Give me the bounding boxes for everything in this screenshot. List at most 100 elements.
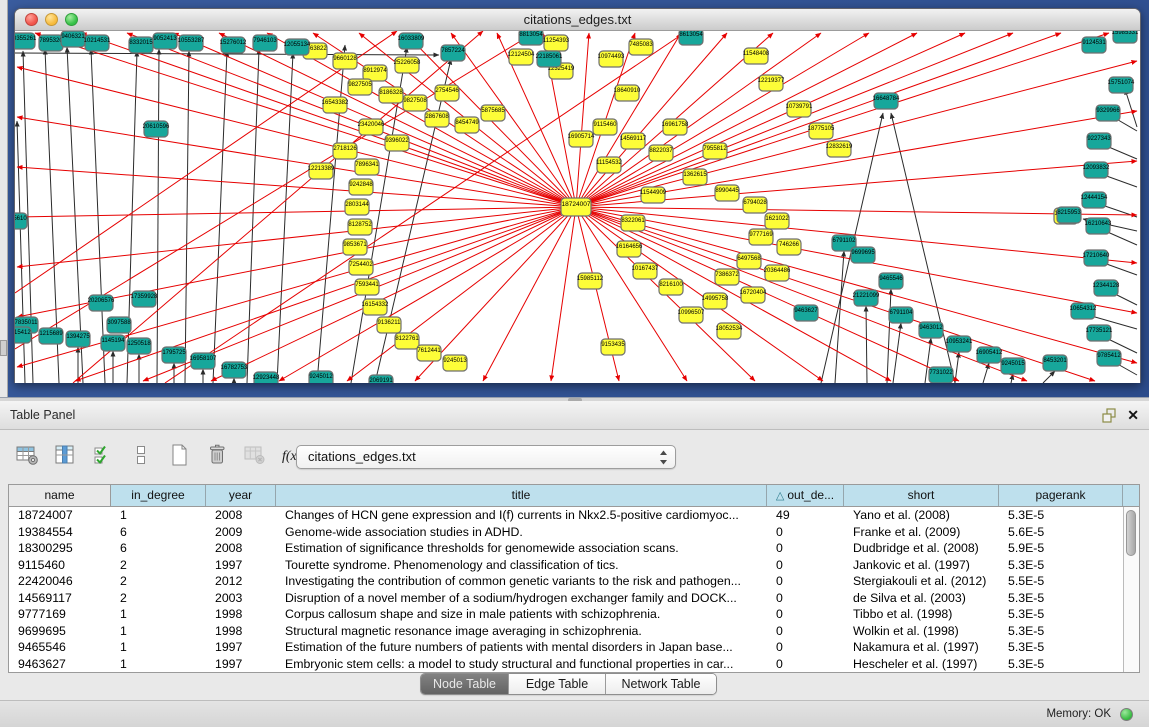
graph-node-label: 9827505 bbox=[348, 82, 372, 88]
table-selector-dropdown[interactable]: citations_edges.txt bbox=[296, 445, 676, 469]
float-panel-icon[interactable] bbox=[1101, 407, 1118, 424]
table-row[interactable]: 977716911998Corpus callosum shape and si… bbox=[9, 606, 1139, 623]
graph-node-label: 2718126 bbox=[333, 146, 357, 152]
new-file-icon[interactable] bbox=[166, 442, 192, 468]
table-cell: Estimation of the future numbers of pati… bbox=[276, 639, 767, 656]
graph-node-label: 12093832 bbox=[1083, 165, 1110, 171]
minimize-window-icon[interactable] bbox=[45, 13, 58, 26]
graph-node-label: 8454749 bbox=[455, 120, 479, 126]
memory-indicator[interactable] bbox=[1120, 708, 1133, 721]
graph-node-label: 10739791 bbox=[786, 104, 813, 110]
graph-node-label: 18724007 bbox=[562, 201, 591, 208]
graph-node-label: 20364486 bbox=[764, 268, 791, 274]
table-cell: 1998 bbox=[206, 623, 276, 640]
table-row[interactable]: 946554611997Estimation of the future num… bbox=[9, 639, 1139, 656]
column-header-name[interactable]: name bbox=[9, 485, 111, 506]
column-header-title[interactable]: title bbox=[276, 485, 767, 506]
graph-node-label: 18775105 bbox=[808, 126, 835, 132]
table-cell: 2 bbox=[111, 573, 206, 590]
table-row[interactable]: 946362711997Embryonic stem cells: a mode… bbox=[9, 656, 1139, 673]
delete-icon[interactable] bbox=[204, 442, 230, 468]
show-columns-icon[interactable] bbox=[52, 442, 78, 468]
table-cell: 6 bbox=[111, 540, 206, 557]
table-row[interactable]: 2242004622012Investigating the contribut… bbox=[9, 573, 1139, 590]
table-cell: 0 bbox=[767, 573, 844, 590]
graph-node-label: 2754546 bbox=[435, 88, 459, 94]
graph-node-label: 20610596 bbox=[143, 124, 170, 130]
graph-edge bbox=[211, 207, 576, 381]
close-window-icon[interactable] bbox=[25, 13, 38, 26]
table-tabs: Node TableEdge TableNetwork Table bbox=[420, 673, 717, 695]
graph-node-label: 2069191 bbox=[369, 378, 393, 383]
column-header-year[interactable]: year bbox=[206, 485, 276, 506]
graph-node-label: 12055134 bbox=[284, 42, 311, 48]
graph-node-label: 16905412 bbox=[976, 350, 1003, 356]
column-header-pagerank[interactable]: pagerank bbox=[999, 485, 1123, 506]
table-row[interactable]: 1938455462009Genome-wide association stu… bbox=[9, 524, 1139, 541]
table-cell: 5.3E-5 bbox=[999, 656, 1123, 673]
graph-node-label: 9329966 bbox=[1096, 108, 1120, 114]
graph-node-label: 7835011 bbox=[15, 320, 38, 326]
table-scrollbar[interactable] bbox=[1123, 507, 1139, 672]
graph-node-label: 7955812 bbox=[703, 146, 727, 152]
table-row[interactable]: 911546021997Tourette syndrome. Phenomeno… bbox=[9, 557, 1139, 574]
table-cell: Structural magnetic resonance image aver… bbox=[276, 623, 767, 640]
table-cell: 1 bbox=[111, 623, 206, 640]
tab-network-table[interactable]: Network Table bbox=[606, 674, 716, 694]
graph-edge bbox=[576, 61, 1137, 207]
graph-edge bbox=[576, 207, 1137, 215]
graph-node-label: 18640910 bbox=[614, 88, 641, 94]
graph-node-label: 2803144 bbox=[345, 202, 369, 208]
table-row[interactable]: 1456911722003Disruption of a novel membe… bbox=[9, 590, 1139, 607]
tab-edge-table[interactable]: Edge Table bbox=[509, 674, 606, 694]
table-cell: 0 bbox=[767, 639, 844, 656]
graph-node-label: 16543382 bbox=[322, 100, 349, 106]
column-header-short[interactable]: short bbox=[844, 485, 999, 506]
table-row[interactable]: 1830029562008Estimation of significance … bbox=[9, 540, 1139, 557]
table-cell: 1998 bbox=[206, 606, 276, 623]
graph-edge bbox=[17, 67, 576, 207]
graph-node-label: 21221099 bbox=[853, 293, 880, 299]
graph-edge bbox=[576, 33, 1013, 207]
network-window: citations_edges.txt 94638229660128891297… bbox=[14, 8, 1141, 383]
close-panel-icon[interactable]: ✕ bbox=[1127, 406, 1139, 425]
graph-node-label: 15985331 bbox=[1112, 31, 1139, 36]
table-cell: 5.6E-5 bbox=[999, 524, 1123, 541]
select-columns-icon[interactable] bbox=[90, 442, 116, 468]
table-row[interactable]: 1872400712008Changes of HCN gene express… bbox=[9, 507, 1139, 524]
graph-node-label: 8990445 bbox=[715, 188, 739, 194]
table-cell: 1997 bbox=[206, 656, 276, 673]
graph-node-label: 12344128 bbox=[1093, 283, 1120, 289]
graph-node-label: 9827508 bbox=[403, 98, 427, 104]
graph-node-label: 7612441 bbox=[417, 348, 441, 354]
graph-node-label: 12832619 bbox=[826, 144, 853, 150]
graph-node-label: 22185061 bbox=[536, 54, 563, 60]
table-cell: 6 bbox=[111, 524, 206, 541]
column-header-in_degree[interactable]: in_degree bbox=[111, 485, 206, 506]
delete-table-icon[interactable] bbox=[242, 442, 268, 468]
tab-node-table[interactable]: Node Table bbox=[421, 674, 509, 694]
graph-edge bbox=[576, 33, 1109, 207]
row-height-icon[interactable] bbox=[128, 442, 154, 468]
graph-node-label: 10355261 bbox=[15, 36, 37, 42]
network-window-titlebar[interactable]: citations_edges.txt bbox=[15, 9, 1140, 31]
panel-collapse-handle[interactable] bbox=[0, 340, 7, 356]
graph-node-label: 7896341 bbox=[355, 162, 379, 168]
column-header-out_degree[interactable]: △out_de... bbox=[767, 485, 844, 506]
graph-node-label: 9660128 bbox=[333, 56, 357, 62]
zoom-window-icon[interactable] bbox=[65, 13, 78, 26]
graph-node-label: 7386372 bbox=[715, 272, 739, 278]
table-settings-icon[interactable] bbox=[14, 442, 40, 468]
graph-node-label: 7593441 bbox=[355, 282, 379, 288]
network-canvas[interactable]: 9463822966012889129742522605898275058186… bbox=[15, 31, 1140, 383]
graph-node-label: 5875685 bbox=[481, 108, 505, 114]
table-row[interactable]: 969969511998Structural magnetic resonanc… bbox=[9, 623, 1139, 640]
graph-edge bbox=[157, 49, 159, 383]
table-cell: 22420046 bbox=[9, 573, 111, 590]
graph-edge bbox=[17, 167, 576, 207]
table-cell: 2 bbox=[111, 590, 206, 607]
table-cell: 5.3E-5 bbox=[999, 623, 1123, 640]
scrollbar-thumb[interactable] bbox=[1126, 510, 1136, 556]
table-panel-body: f(x) citations_edges.txt namein_degreeye… bbox=[0, 430, 1149, 700]
graph-node-label: 10214531 bbox=[84, 38, 111, 44]
